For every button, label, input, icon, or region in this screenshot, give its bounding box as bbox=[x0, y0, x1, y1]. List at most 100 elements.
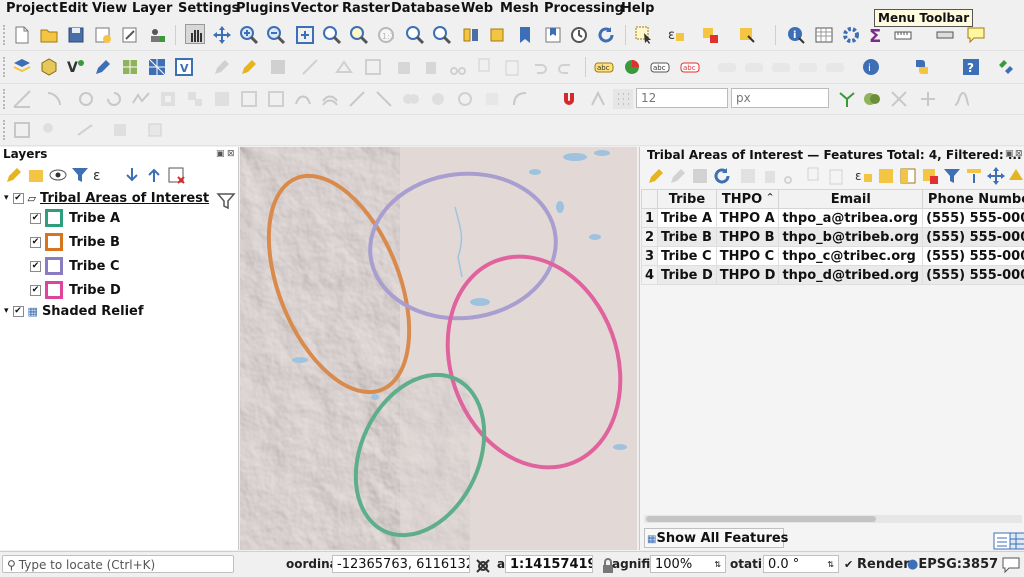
layer-group-tribal-areas[interactable]: ▾ ✔ ▱ Tribal Areas of Interest bbox=[4, 187, 209, 209]
snapping-units-select[interactable]: px bbox=[731, 88, 829, 108]
multi-edit-icon[interactable] bbox=[363, 57, 383, 77]
collapse-arrow-icon[interactable]: ▾ bbox=[4, 193, 9, 203]
zoom-to-layer-icon[interactable] bbox=[322, 25, 342, 45]
toolbar-handle[interactable] bbox=[3, 25, 9, 45]
add-feature-icon[interactable] bbox=[300, 57, 320, 77]
advanced-digitize-icon[interactable] bbox=[44, 89, 64, 109]
style-manager-icon[interactable] bbox=[120, 25, 140, 45]
add-group-icon[interactable] bbox=[26, 165, 42, 181]
delete-feature-icon[interactable] bbox=[760, 166, 776, 182]
multi-edit-mode-icon[interactable] bbox=[668, 166, 684, 182]
manage-visibility-eye-icon[interactable] bbox=[48, 165, 64, 181]
change-label-icon[interactable] bbox=[771, 57, 791, 77]
map-tips-icon[interactable] bbox=[935, 25, 955, 45]
python-console-icon[interactable] bbox=[912, 57, 932, 77]
menu-mesh[interactable]: Mesh bbox=[500, 1, 539, 16]
offset-symbols-icon[interactable] bbox=[482, 89, 502, 109]
undo-icon[interactable] bbox=[529, 57, 549, 77]
column-header-phone[interactable]: Phone Number bbox=[923, 190, 1024, 209]
toggle-edit-mode-icon[interactable] bbox=[646, 166, 662, 182]
snapping-magnet-icon[interactable] bbox=[559, 89, 579, 109]
layer-item-tribe-b[interactable]: ✔ Tribe B bbox=[30, 231, 120, 253]
add-vector-icon[interactable]: V bbox=[66, 57, 86, 77]
annotation-text-icon[interactable] bbox=[145, 120, 165, 140]
new-map-view-icon[interactable] bbox=[461, 25, 481, 45]
collapse-arrow-icon[interactable]: ▾ bbox=[4, 306, 9, 316]
paste-icon[interactable] bbox=[502, 57, 522, 77]
add-virtual-layer-icon[interactable]: V bbox=[174, 57, 194, 77]
highlight-labels-icon[interactable]: abc bbox=[680, 57, 700, 77]
cell-phone[interactable]: (555) 555-0003 bbox=[923, 266, 1024, 285]
row-number[interactable]: 1 bbox=[642, 209, 658, 228]
save-project-icon[interactable] bbox=[66, 25, 86, 45]
menu-view[interactable]: View bbox=[92, 1, 127, 16]
new-project-icon[interactable] bbox=[12, 25, 32, 45]
pan-to-selection-icon[interactable] bbox=[212, 25, 232, 45]
zoom-out-icon[interactable] bbox=[266, 25, 286, 45]
digitize-pen-icon[interactable] bbox=[93, 57, 113, 77]
cell-tribe[interactable]: Tribe C bbox=[658, 247, 717, 266]
paste-features-icon[interactable] bbox=[826, 166, 842, 182]
plugins-icon[interactable] bbox=[996, 57, 1016, 77]
layer-visibility-checkbox[interactable]: ✔ bbox=[30, 213, 41, 224]
toolbar-handle[interactable] bbox=[3, 120, 9, 140]
rotate-symbols-icon[interactable] bbox=[455, 89, 475, 109]
layer-visibility-checkbox[interactable]: ✔ bbox=[30, 285, 41, 296]
zoom-full-icon[interactable] bbox=[295, 25, 315, 45]
data-source-manager-icon[interactable] bbox=[12, 57, 32, 77]
cell-tribe[interactable]: Tribe D bbox=[658, 266, 717, 285]
snapping-type-icon[interactable] bbox=[588, 89, 608, 109]
split-features-icon[interactable] bbox=[347, 89, 367, 109]
toggle-extents-icon[interactable] bbox=[473, 556, 489, 572]
add-feature-icon[interactable] bbox=[738, 166, 754, 182]
filter-select-icon[interactable] bbox=[942, 166, 958, 182]
menu-vector[interactable]: Vector bbox=[291, 1, 338, 16]
coordinate-input[interactable]: -12365763, 6116132 bbox=[332, 555, 470, 573]
delete-selected-icon[interactable] bbox=[394, 57, 414, 77]
group-visibility-checkbox[interactable]: ✔ bbox=[13, 193, 24, 204]
menu-help[interactable]: Help bbox=[621, 1, 654, 16]
processing-toolbox-icon[interactable] bbox=[841, 25, 861, 45]
menu-raster[interactable]: Raster bbox=[342, 1, 390, 16]
save-edits-icon[interactable] bbox=[690, 166, 706, 182]
add-part-icon[interactable] bbox=[185, 89, 205, 109]
label-settings-icon[interactable] bbox=[825, 57, 845, 77]
panel-close-icon[interactable]: ⊠ bbox=[227, 149, 235, 159]
trim-extend-icon[interactable] bbox=[510, 89, 530, 109]
select-all-icon[interactable] bbox=[737, 25, 757, 45]
snapping-tolerance-input[interactable]: 12 bbox=[636, 88, 728, 108]
diagram-options-icon[interactable] bbox=[622, 57, 642, 77]
new-print-layout-icon[interactable] bbox=[93, 25, 113, 45]
reshape-icon[interactable] bbox=[293, 89, 313, 109]
table-row[interactable]: 1 Tribe A THPO A thpo_a@tribea.org (555)… bbox=[642, 209, 1024, 228]
label-tool-icon[interactable]: abc bbox=[594, 57, 614, 77]
georeference-icon[interactable] bbox=[12, 120, 32, 140]
menu-edit[interactable]: Edit bbox=[59, 1, 88, 16]
add-mesh-icon[interactable] bbox=[147, 57, 167, 77]
menu-settings[interactable]: Settings bbox=[178, 1, 239, 16]
refresh-icon[interactable] bbox=[596, 25, 616, 45]
select-features-icon[interactable] bbox=[634, 25, 654, 45]
redo-icon[interactable] bbox=[556, 57, 576, 77]
trash-icon[interactable] bbox=[421, 57, 441, 77]
bookmark-icon[interactable] bbox=[515, 25, 535, 45]
show-all-features-button[interactable]: ▦Show All Features bbox=[644, 528, 784, 548]
zoom-to-selected-icon[interactable] bbox=[1006, 166, 1022, 182]
new-3d-view-icon[interactable] bbox=[488, 25, 508, 45]
save-edits-icon[interactable] bbox=[268, 57, 288, 77]
panel-float-icon[interactable]: ▣ bbox=[216, 149, 225, 159]
horizontal-scrollbar[interactable] bbox=[644, 515, 1022, 523]
open-project-icon[interactable] bbox=[39, 25, 59, 45]
column-header-tribe[interactable]: Tribe bbox=[658, 190, 717, 209]
show-bookmarks-icon[interactable] bbox=[543, 25, 563, 45]
measure-icon[interactable] bbox=[893, 25, 913, 45]
row-number[interactable]: 2 bbox=[642, 228, 658, 247]
remove-layer-icon[interactable] bbox=[166, 165, 182, 181]
annotation-icon[interactable] bbox=[966, 25, 986, 45]
collapse-all-icon[interactable] bbox=[144, 165, 160, 181]
rotate-label-icon[interactable] bbox=[744, 57, 764, 77]
merge-features-icon[interactable] bbox=[401, 89, 421, 109]
rotation-input[interactable]: 0.0 ° ⇅ bbox=[763, 555, 839, 573]
cell-email[interactable]: thpo_d@tribed.org bbox=[779, 266, 923, 285]
select-by-expression-icon[interactable]: ε bbox=[666, 25, 686, 45]
